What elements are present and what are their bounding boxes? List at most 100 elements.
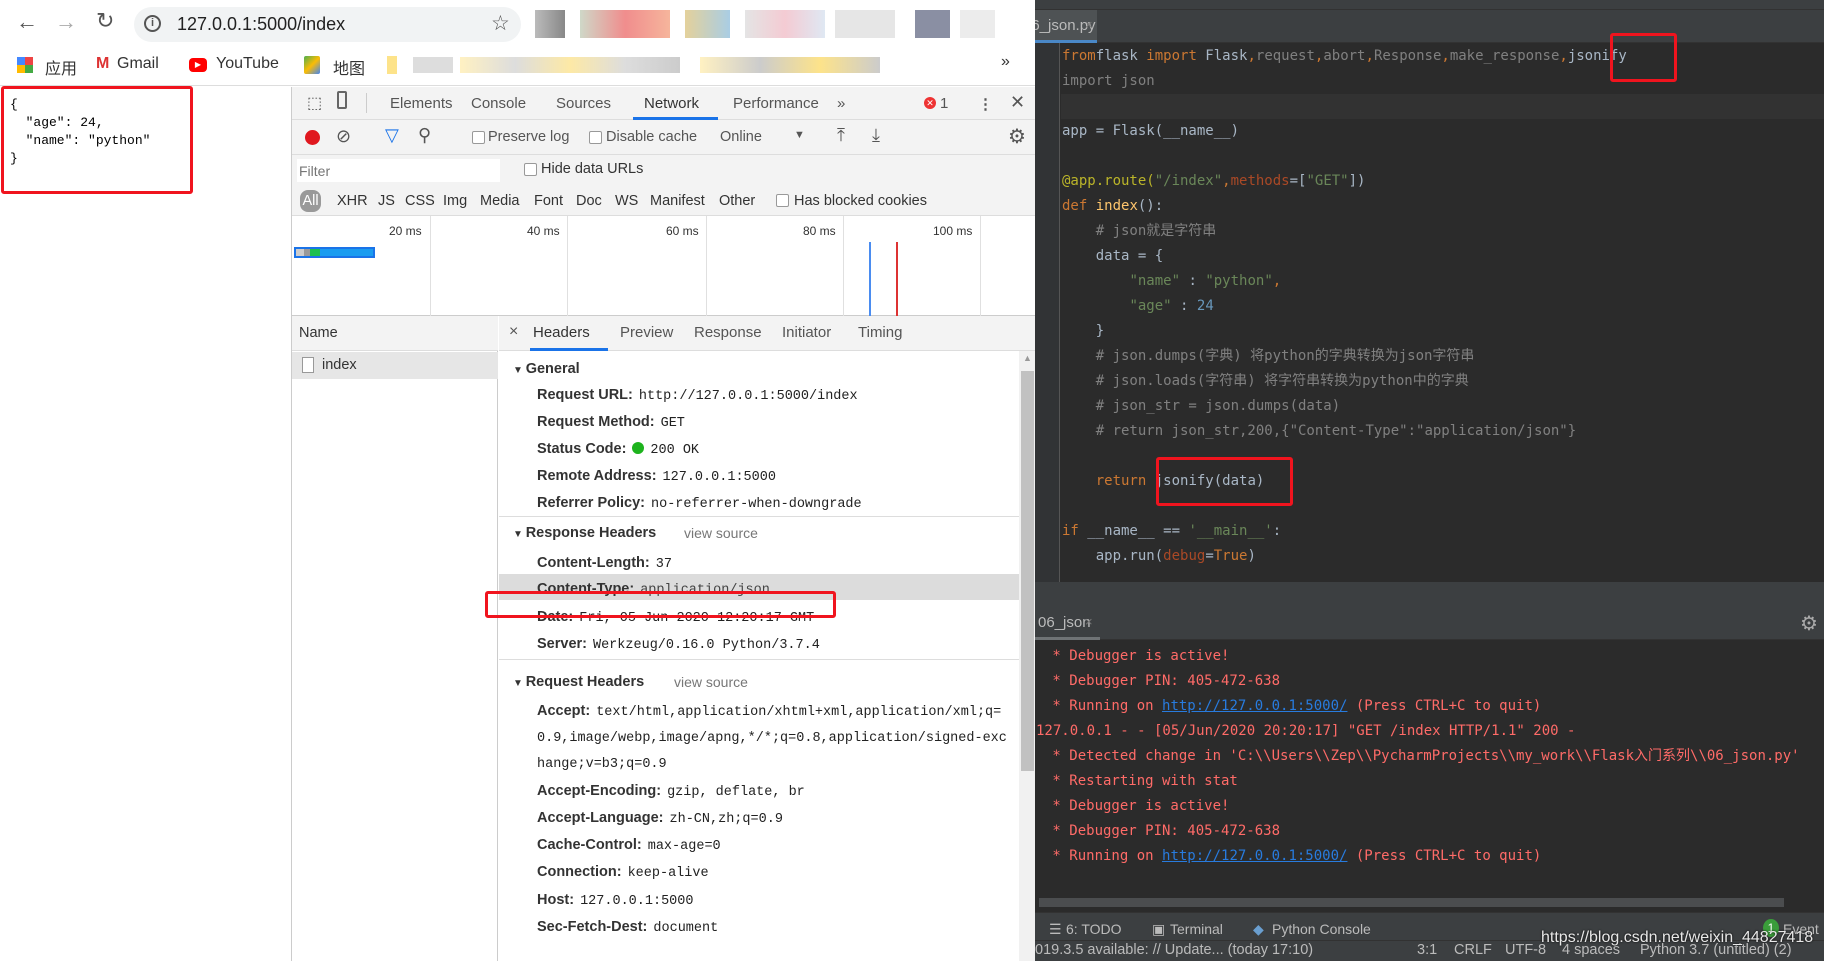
error-count[interactable]: 1 <box>940 95 948 112</box>
inspect-element-icon[interactable]: ⬚ <box>307 93 322 113</box>
gear-icon[interactable]: ⚙ <box>1800 611 1818 636</box>
network-overview-timeline[interactable]: 20 ms 40 ms 60 ms 80 ms 100 ms <box>292 216 1036 316</box>
bookmarks-overflow[interactable]: » <box>1001 53 1010 71</box>
update-notice[interactable]: 019.3.5 available: // Update... (today 1… <box>1035 942 1313 958</box>
tool-python-console[interactable]: Python Console <box>1272 921 1371 937</box>
code-line[interactable]: # return json_str,200,{"Content-Type":"a… <box>1062 419 1627 444</box>
type-media[interactable]: Media <box>480 193 520 209</box>
error-icon[interactable]: ✕ <box>924 97 936 109</box>
request-row-index[interactable]: index <box>292 352 498 379</box>
response-headers-toggle[interactable]: ▼ Response Headers <box>513 525 656 541</box>
close-details-icon[interactable]: × <box>509 323 518 341</box>
type-font[interactable]: Font <box>534 193 563 209</box>
code-line[interactable] <box>1062 494 1627 519</box>
type-xhr[interactable]: XHR <box>337 193 368 209</box>
type-manifest[interactable]: Manifest <box>650 193 705 209</box>
code-line[interactable]: # json_str = json.dumps(data) <box>1062 394 1627 419</box>
device-toolbar-icon[interactable] <box>337 91 347 109</box>
caret-position[interactable]: 3:1 <box>1417 942 1437 958</box>
file-encoding[interactable]: UTF-8 <box>1505 942 1546 958</box>
code-line[interactable]: "name" : "python", <box>1062 269 1627 294</box>
kebab-menu-icon[interactable]: ⋮ <box>978 95 993 113</box>
type-ws[interactable]: WS <box>615 193 638 209</box>
type-img[interactable]: Img <box>443 193 467 209</box>
filter-input[interactable] <box>297 159 500 182</box>
has-blocked-cookies-checkbox[interactable] <box>776 194 789 207</box>
type-doc[interactable]: Doc <box>576 193 602 209</box>
record-icon[interactable] <box>305 130 320 145</box>
tab-elements[interactable]: Elements <box>390 95 453 112</box>
code-line[interactable]: app = Flask(__name__) <box>1062 119 1627 144</box>
bookmark-gmail[interactable]: Gmail <box>117 55 159 73</box>
close-devtools-icon[interactable]: ✕ <box>1010 92 1025 113</box>
disable-cache-checkbox[interactable] <box>589 131 602 144</box>
bookmark-apps[interactable]: 应用 <box>45 55 77 79</box>
view-source-link[interactable]: view source <box>674 674 748 690</box>
export-har-icon[interactable]: ⤓ <box>872 125 880 146</box>
bookmark-youtube[interactable]: YouTube <box>216 55 279 73</box>
hide-data-urls-checkbox[interactable] <box>524 163 537 176</box>
code-line[interactable]: import json <box>1062 69 1627 94</box>
preserve-log-checkbox[interactable] <box>472 131 485 144</box>
code-line[interactable]: # json就是字符串 <box>1062 219 1627 244</box>
horizontal-scrollbar[interactable] <box>1039 898 1784 907</box>
chevron-down-icon[interactable]: ▼ <box>794 129 805 141</box>
type-js[interactable]: JS <box>378 193 395 209</box>
url-text[interactable]: 127.0.0.1:5000/index <box>177 14 345 35</box>
type-all[interactable]: All <box>300 190 321 212</box>
console-link[interactable]: http://127.0.0.1:5000/ <box>1162 848 1347 864</box>
tool-todo[interactable]: 6: TODO <box>1066 921 1122 937</box>
tab-sources[interactable]: Sources <box>556 95 611 112</box>
vertical-scrollbar[interactable]: ▲ <box>1019 351 1036 961</box>
type-other[interactable]: Other <box>719 193 755 209</box>
scrollbar-thumb[interactable] <box>1021 371 1034 771</box>
tab-initiator[interactable]: Initiator <box>782 324 831 341</box>
code-line[interactable]: def index(): <box>1062 194 1627 219</box>
info-icon[interactable]: i <box>144 15 161 32</box>
close-tab-icon[interactable]: × <box>1085 17 1093 32</box>
code-line[interactable]: app.run(debug=True) <box>1062 544 1627 569</box>
editor-tab[interactable]: 06_json.py × <box>1035 10 1097 43</box>
close-tab-icon[interactable]: × <box>1085 614 1093 629</box>
code-line[interactable]: # json.loads(字符串) 将字符串转换为python中的字典 <box>1062 369 1627 394</box>
tab-timing[interactable]: Timing <box>858 324 902 341</box>
tab-preview[interactable]: Preview <box>620 324 673 341</box>
tool-terminal[interactable]: Terminal <box>1170 921 1223 937</box>
code-line[interactable]: return jsonify(data) <box>1062 469 1627 494</box>
type-css[interactable]: CSS <box>405 193 435 209</box>
code-editor[interactable]: fromflask import Flask,request,abort,Res… <box>1062 44 1627 569</box>
line-separator[interactable]: CRLF <box>1454 942 1492 958</box>
code-line[interactable]: "age" : 24 <box>1062 294 1627 319</box>
tab-headers[interactable]: Headers <box>533 324 590 341</box>
code-line[interactable]: data = { <box>1062 244 1627 269</box>
tab-console[interactable]: Console <box>471 95 526 112</box>
code-line[interactable]: fromflask import Flask,request,abort,Res… <box>1062 44 1627 69</box>
request-headers-toggle[interactable]: ▼ Request Headers <box>513 674 644 690</box>
import-har-icon[interactable]: ⤒ <box>837 125 845 146</box>
bookmark-maps[interactable]: 地图 <box>333 55 365 79</box>
run-tab[interactable]: 06_json × <box>1035 607 1100 640</box>
tab-network[interactable]: Network <box>644 95 699 112</box>
reload-icon[interactable]: ↻ <box>96 8 114 34</box>
search-icon[interactable]: ⚲ <box>418 125 431 146</box>
address-bar[interactable]: i 127.0.0.1:5000/index ☆ <box>134 7 521 42</box>
code-line[interactable]: if __name__ == '__main__': <box>1062 519 1627 544</box>
tab-response[interactable]: Response <box>694 324 762 341</box>
star-icon[interactable]: ☆ <box>491 11 510 36</box>
code-line[interactable]: } <box>1062 319 1627 344</box>
view-source-link[interactable]: view source <box>684 525 758 541</box>
tab-performance[interactable]: Performance <box>733 95 819 112</box>
forward-icon[interactable]: → <box>55 9 77 35</box>
code-line[interactable]: # json.dumps(字典) 将python的字典转换为json字符串 <box>1062 344 1627 369</box>
throttling-select[interactable]: Online <box>720 129 762 145</box>
console-link[interactable]: http://127.0.0.1:5000/ <box>1162 698 1347 714</box>
general-section-toggle[interactable]: ▼ General <box>513 361 580 377</box>
back-icon[interactable]: ← <box>16 9 38 35</box>
code-line[interactable] <box>1062 444 1627 469</box>
code-line[interactable]: @app.route("/index",methods=["GET"]) <box>1062 169 1627 194</box>
filter-icon[interactable]: ▽ <box>385 125 399 146</box>
code-line[interactable] <box>1062 144 1627 169</box>
gear-icon[interactable]: ⚙ <box>1008 124 1026 149</box>
clear-icon[interactable]: ⊘ <box>336 126 351 147</box>
more-tabs-icon[interactable]: » <box>837 95 845 112</box>
